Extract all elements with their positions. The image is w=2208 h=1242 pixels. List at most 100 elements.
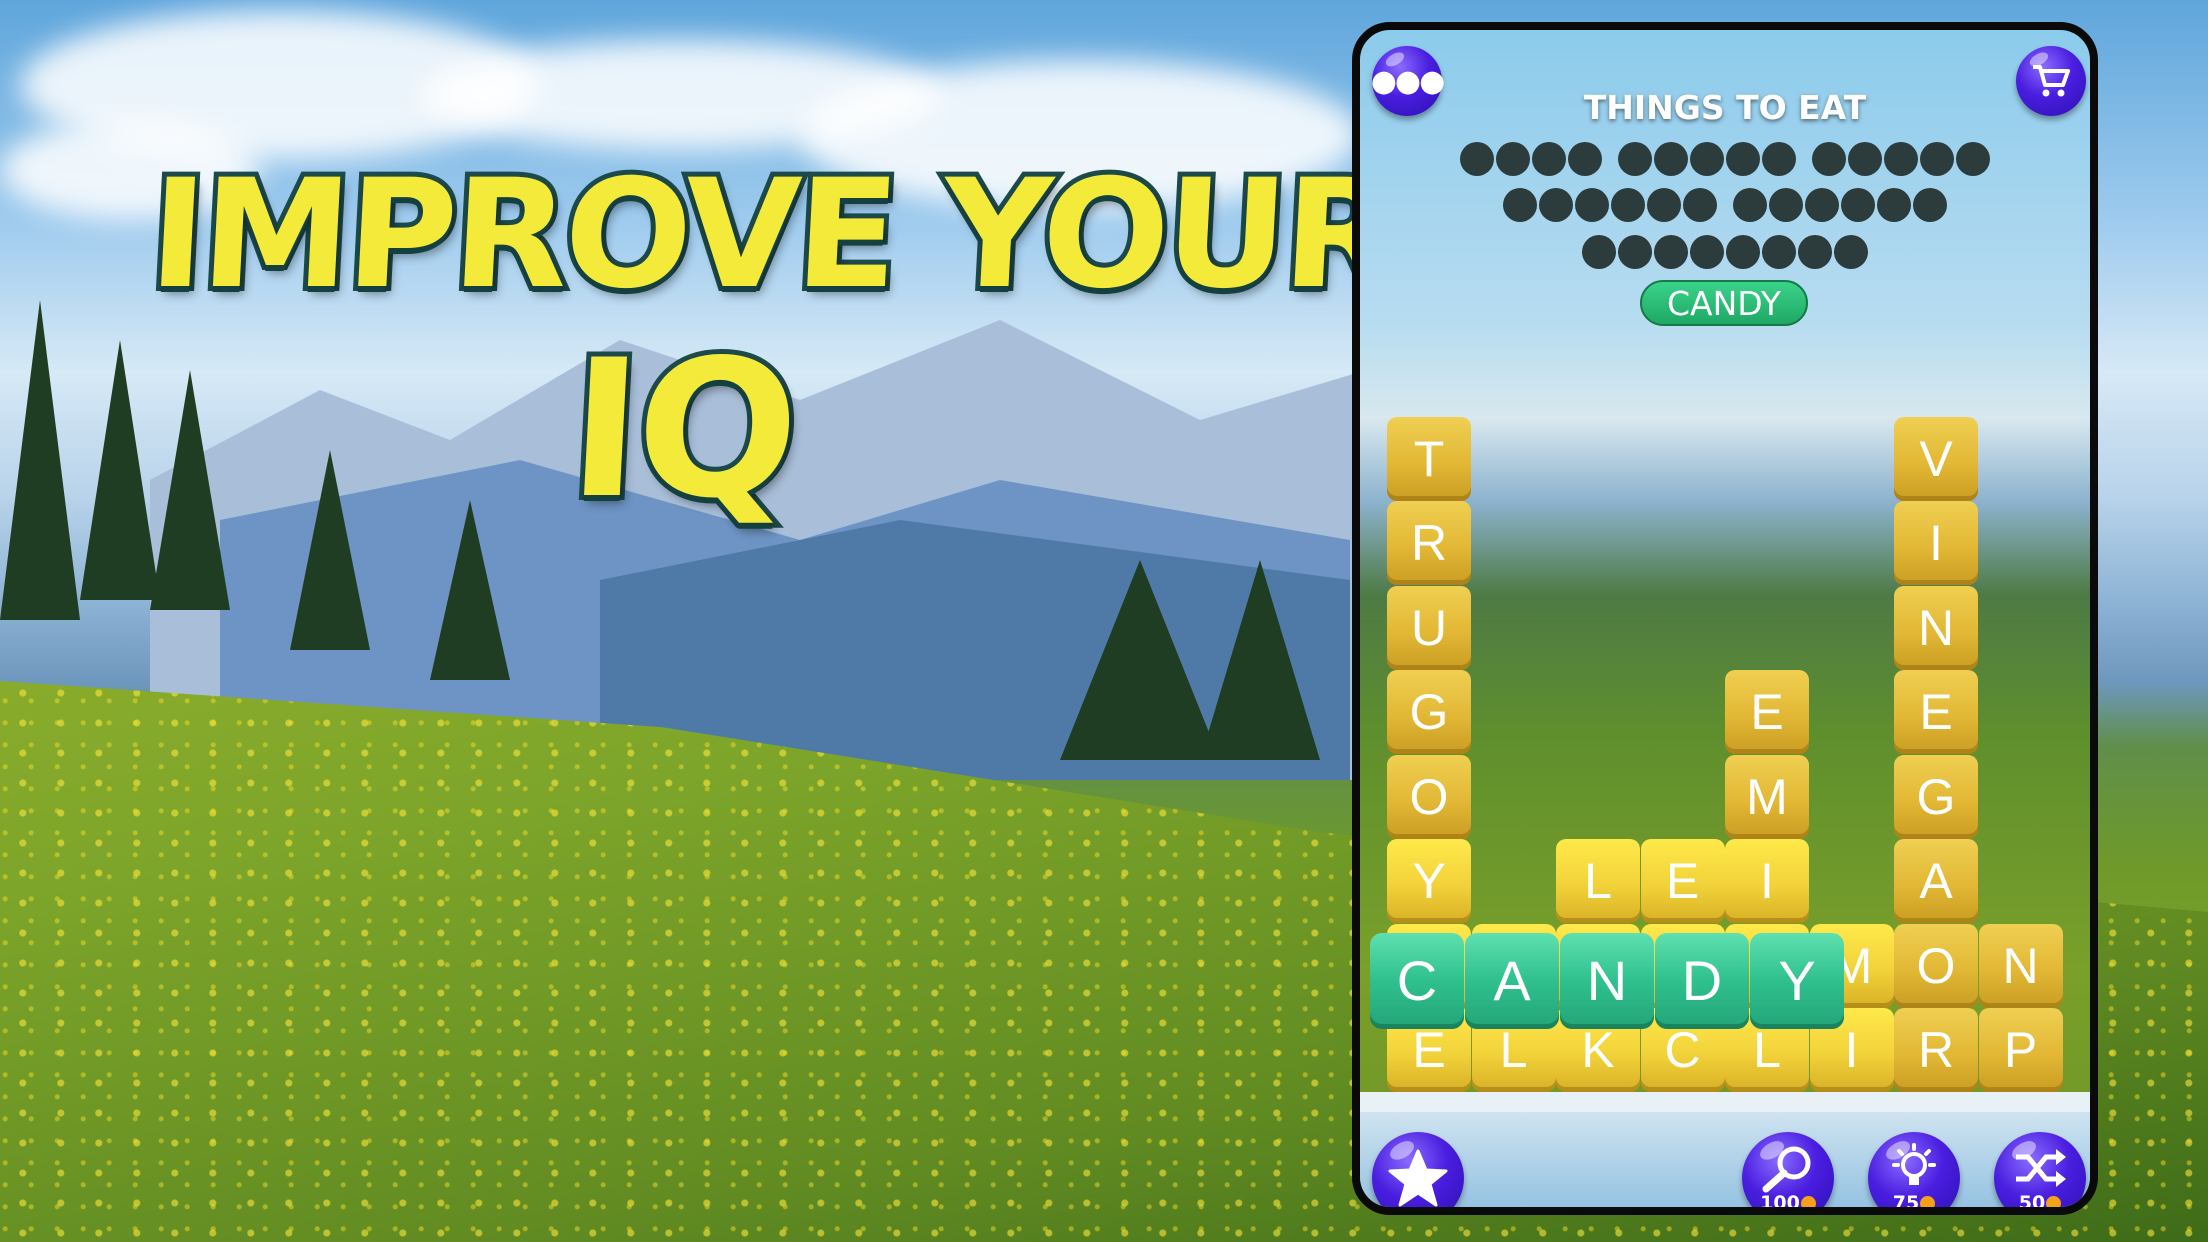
bulb-icon <box>1892 1143 1936 1185</box>
reveal-cost: 100 <box>1742 1192 1834 1214</box>
coin-icon <box>1920 1196 1936 1207</box>
letter-tile[interactable]: R <box>1894 1008 1978 1092</box>
hidden-letter-dot <box>1568 142 1602 176</box>
headline-line1: IMPROVE YOUR <box>140 143 1404 327</box>
pine-tree <box>430 500 510 680</box>
pine-tree <box>0 300 80 620</box>
letter-tile[interactable]: E <box>1725 670 1809 754</box>
hidden-word <box>1582 235 1868 269</box>
hidden-letter-dot <box>1683 188 1717 222</box>
hidden-letter-dot <box>1503 188 1537 222</box>
selected-letter-tile[interactable]: Y <box>1750 933 1844 1029</box>
hidden-word <box>1812 142 1990 176</box>
letter-tile[interactable]: E <box>1894 670 1978 754</box>
hidden-word-row <box>1360 188 2090 222</box>
hidden-letter-dot <box>1539 188 1573 222</box>
hidden-letter-dot <box>1762 235 1796 269</box>
hidden-letter-dot <box>1726 142 1760 176</box>
hidden-letter-dot <box>1805 188 1839 222</box>
letter-tile[interactable]: M <box>1725 754 1809 839</box>
selected-letter-tile[interactable]: C <box>1370 933 1464 1029</box>
letter-tile[interactable]: L <box>1556 839 1640 923</box>
hidden-letter-dot <box>1654 235 1688 269</box>
shuffle-icon <box>2016 1149 2066 1187</box>
letter-tile[interactable]: Y <box>1387 839 1471 923</box>
hidden-word <box>1733 188 1947 222</box>
letter-tile[interactable]: V <box>1894 416 1978 501</box>
letter-tile[interactable]: P <box>1978 1008 2063 1092</box>
letter-tile[interactable]: T <box>1387 416 1471 501</box>
hidden-letter-dot <box>1690 142 1724 176</box>
hidden-word <box>1460 142 1602 176</box>
hint-cost-value: 75 <box>1892 1192 1920 1214</box>
pine-tree <box>80 340 160 600</box>
hidden-letter-dot <box>1647 188 1681 222</box>
shuffle-button[interactable]: 50 <box>1994 1132 2086 1214</box>
letter-tile[interactable]: G <box>1387 670 1471 754</box>
hidden-letter-dot <box>1769 188 1803 222</box>
shuffle-cost-value: 50 <box>2018 1192 2046 1214</box>
hidden-letter-dot <box>1841 188 1875 222</box>
reveal-button[interactable]: 100 <box>1742 1132 1834 1214</box>
selected-letter-tile[interactable]: D <box>1655 933 1749 1029</box>
hidden-letter-dot <box>1611 188 1645 222</box>
hidden-letter-dot <box>1733 188 1767 222</box>
letter-tile[interactable]: U <box>1387 585 1471 670</box>
hidden-letter-dot <box>1920 142 1954 176</box>
letter-tile[interactable]: O <box>1894 923 1978 1008</box>
pine-tree <box>150 370 230 610</box>
hidden-letter-dot <box>1496 142 1530 176</box>
hidden-letter-dot <box>1460 142 1494 176</box>
favorite-button[interactable] <box>1372 1132 1464 1207</box>
hidden-word-row <box>1360 142 2090 176</box>
pine-tree <box>290 450 370 650</box>
pine-tree <box>1060 560 1220 760</box>
reveal-cost-value: 100 <box>1760 1192 1800 1214</box>
selected-letter-tile[interactable]: N <box>1560 933 1654 1029</box>
bottom-toolbar: 100 75 50 <box>1360 1112 2090 1207</box>
hidden-letter-dot <box>1582 235 1616 269</box>
hint-cost: 75 <box>1868 1192 1960 1214</box>
hidden-letter-dot <box>1762 142 1796 176</box>
hidden-letter-dot <box>1690 235 1724 269</box>
category-title: THINGS TO EAT <box>1583 88 1867 127</box>
hidden-letter-dot <box>1726 235 1760 269</box>
letter-tile[interactable]: E <box>1640 839 1725 923</box>
grid-shelf <box>1360 1092 2090 1112</box>
magnifier-icon <box>1762 1146 1811 1193</box>
hidden-letter-dot <box>1618 142 1652 176</box>
hidden-letter-dot <box>1956 142 1990 176</box>
hidden-letter-dot <box>1618 235 1652 269</box>
selected-letter-tile[interactable]: A <box>1465 933 1559 1029</box>
hidden-letter-dot <box>1575 188 1609 222</box>
hidden-letter-dot <box>1834 235 1868 269</box>
hidden-letter-dot <box>1848 142 1882 176</box>
hidden-letter-dot <box>1812 142 1846 176</box>
hidden-letter-dot <box>1877 188 1911 222</box>
hidden-word-row <box>1360 235 2090 269</box>
hidden-letter-dot <box>1654 142 1688 176</box>
shuffle-cost: 50 <box>1994 1192 2086 1214</box>
letter-tile[interactable]: G <box>1894 754 1978 839</box>
hidden-word <box>1503 188 1717 222</box>
letter-tile[interactable]: I <box>1894 501 1978 585</box>
game-screen: ●●● THINGS TO EAT CANDY ECYOGURTLAKNLCDE… <box>1352 22 2098 1215</box>
letter-tile[interactable]: I <box>1725 839 1809 923</box>
letter-tile[interactable]: N <box>1978 923 2063 1008</box>
letter-tile[interactable]: O <box>1387 754 1471 839</box>
letter-tile[interactable]: A <box>1894 839 1978 923</box>
found-word-pill: CANDY <box>1640 280 1808 326</box>
coin-icon <box>2046 1196 2062 1207</box>
letter-tile[interactable]: R <box>1387 501 1471 585</box>
hint-button[interactable]: 75 <box>1868 1132 1960 1214</box>
letter-tile[interactable]: N <box>1894 585 1978 670</box>
hidden-letter-dot <box>1884 142 1918 176</box>
hidden-word <box>1618 142 1796 176</box>
hidden-letter-dot <box>1913 188 1947 222</box>
star-icon <box>1388 1149 1448 1207</box>
coin-icon <box>1800 1196 1816 1207</box>
headline-line2: IQ <box>559 314 805 545</box>
hidden-letter-dot <box>1532 142 1566 176</box>
hidden-letter-dot <box>1798 235 1832 269</box>
pine-tree <box>1200 560 1320 760</box>
